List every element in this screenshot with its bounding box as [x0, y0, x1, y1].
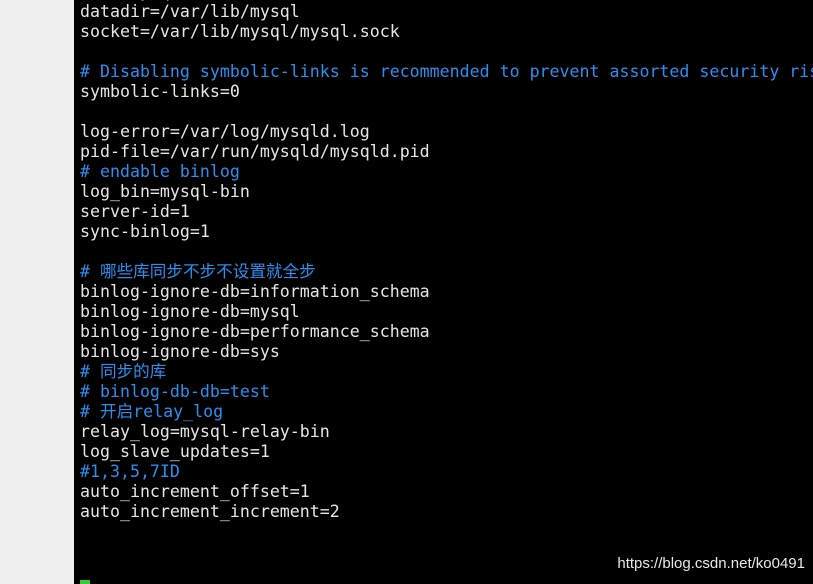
comment-line: # endable binlog	[80, 162, 240, 181]
config-line: auto_increment_offset=1	[80, 482, 310, 501]
terminal-cursor	[80, 580, 90, 584]
config-line: pid-file=/var/run/mysqld/mysqld.pid	[80, 142, 430, 161]
config-line: socket=/var/lib/mysql/mysql.sock	[80, 22, 400, 41]
config-line: binlog-ignore-db=sys	[80, 342, 280, 361]
config-line: relay_log=mysql-relay-bin	[80, 422, 330, 441]
comment-line: # 同步的库	[80, 362, 167, 381]
config-line: sync-binlog=1	[80, 222, 210, 241]
config-line	[80, 102, 813, 122]
config-line: binlog-ignore-db=performance_schema	[80, 322, 430, 341]
config-line: auto_increment_increment=2	[80, 502, 340, 521]
comment-line: # 哪些库同步不步不设置就全步	[80, 262, 316, 281]
terminal-window[interactable]: user=mysqldatadir=/var/lib/mysqlsocket=/…	[74, 0, 813, 584]
config-line: binlog-ignore-db=information_schema	[80, 282, 430, 301]
config-line	[80, 42, 813, 62]
comment-line: # 开启relay_log	[80, 402, 224, 421]
watermark: https://blog.csdn.net/ko0491	[617, 555, 805, 572]
config-file-content: user=mysqldatadir=/var/lib/mysqlsocket=/…	[80, 0, 813, 522]
config-line	[80, 242, 813, 262]
config-line: log_slave_updates=1	[80, 442, 270, 461]
config-line: symbolic-links=0	[80, 82, 240, 101]
config-line: binlog-ignore-db=mysql	[80, 302, 300, 321]
config-line: datadir=/var/lib/mysql	[80, 2, 300, 21]
config-line: log-error=/var/log/mysqld.log	[80, 122, 370, 141]
config-line: server-id=1	[80, 202, 190, 221]
comment-line: #1,3,5,7ID	[80, 462, 180, 481]
comment-line: # Disabling symbolic-links is recommende…	[80, 62, 813, 81]
comment-line: # binlog-db-db=test	[80, 382, 270, 401]
config-line: log_bin=mysql-bin	[80, 182, 250, 201]
